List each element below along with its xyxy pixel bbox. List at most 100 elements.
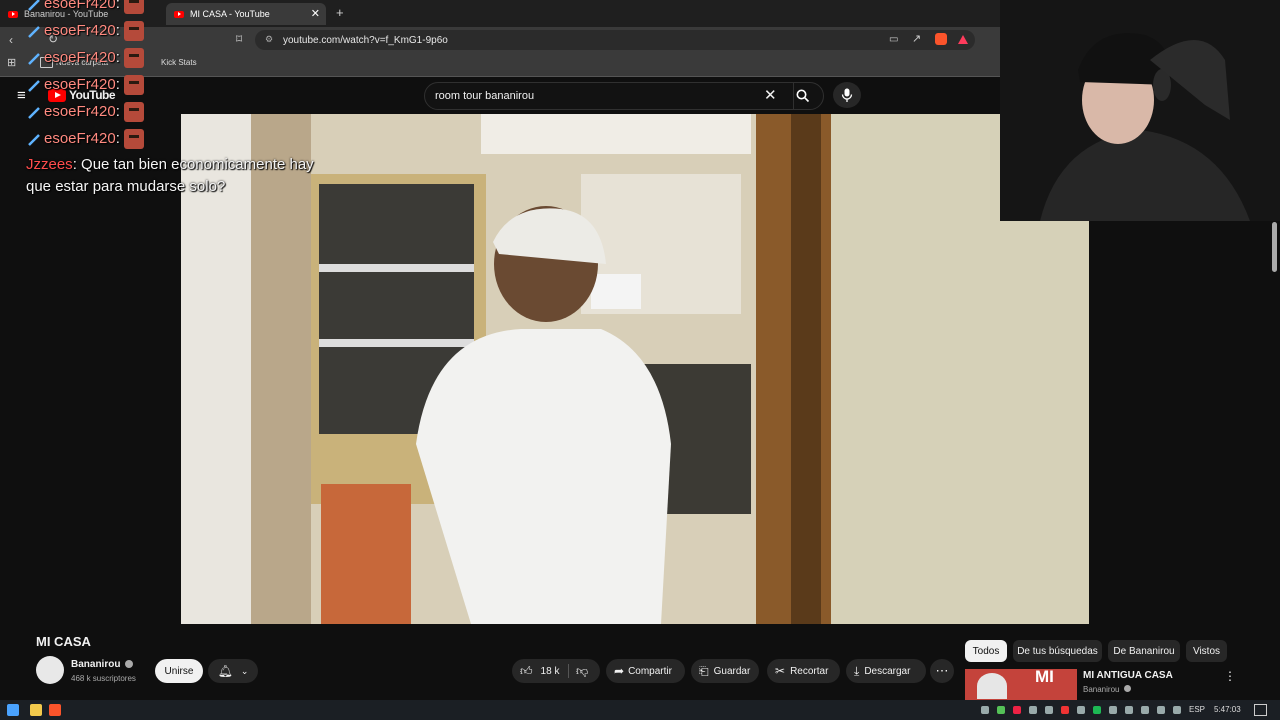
clock[interactable]: 5:47:03 [1214,705,1241,714]
windows-taskbar [0,700,1280,720]
sword-badge-icon [28,106,40,119]
chat-username: Jzzees [26,156,73,173]
emote-icon [123,21,144,41]
clip-label: Recortar [790,665,829,677]
share-icon[interactable]: ↗ [912,33,921,45]
chevron-down-icon: ⌄ [240,665,249,676]
sword-badge-icon [28,79,40,92]
recommended-menu-icon[interactable]: ⋮ [1224,669,1236,683]
thumbnail-text: MI [1035,669,1054,686]
streamer-webcam [1000,0,1280,221]
chat-username: esoeFr420 [44,129,116,147]
chat-message: Jzzees: Que tan bien economicamente hay [26,156,314,173]
back-arrow-icon[interactable]: ‹ [9,34,13,46]
recommended-title[interactable]: MI ANTIGUA CASA [1083,670,1173,681]
tray-icon[interactable] [997,706,1005,714]
tray-icon[interactable] [1061,706,1069,714]
language-indicator[interactable]: ESP [1189,705,1205,714]
close-tab-icon[interactable]: ✕ [311,7,320,20]
bookmarks-bar [0,52,1000,77]
chip-de-bananirou[interactable]: De Bananirou [1108,640,1180,662]
verified-check-icon [125,660,134,668]
like-count[interactable]: 18 k [541,666,560,677]
chat-username: esoeFr420 [44,75,116,93]
brave-rewards-icon[interactable] [958,35,968,44]
tray-icon[interactable] [1125,706,1133,714]
youtube-favicon-icon [174,10,184,18]
new-tab-plus-icon[interactable]: + [336,6,344,19]
webcam-person [1000,0,1280,221]
tray-icon[interactable] [1029,706,1037,714]
tray-icon[interactable] [1045,706,1053,714]
chat-text: que estar para mudarse solo? [26,178,226,195]
notifications-button[interactable]: 🔔︎ ⌄ [208,659,258,683]
search-box[interactable]: room tour bananirou ✕ [424,82,824,110]
emote-icon [123,48,144,68]
channel-name[interactable]: Bananirou [71,659,120,670]
bookmark-kick-stats[interactable]: Kick Stats [161,58,197,67]
apps-grid-icon[interactable]: ⊞ [7,57,16,69]
sword-badge-icon [28,52,40,65]
address-bar[interactable]: ⚙ youtube.com/watch?v=f_KmG1-9p6o [255,30,975,50]
chat-username: esoeFr420 [44,102,116,120]
tray-icon[interactable] [1077,706,1085,714]
chip-vistos[interactable]: Vistos [1186,640,1227,662]
start-windows-icon[interactable] [7,704,19,716]
tray-icon[interactable] [1141,706,1149,714]
channel-avatar[interactable] [36,656,64,684]
chip-todos[interactable]: Todos [965,640,1007,662]
video-title: MI CASA [36,634,91,649]
clip-button[interactable]: ✂ Recortar [767,659,840,683]
voice-search-button[interactable] [833,82,861,108]
thumbs-down-icon[interactable]: 👎︎ [576,664,588,679]
save-button[interactable]: ⎗ Guardar [691,659,759,683]
join-button[interactable]: Unirse [155,659,203,683]
emote-icon [123,75,144,95]
microphone-icon [841,88,853,102]
notifications-center-icon[interactable] [1254,704,1267,716]
search-icon[interactable] [796,89,810,103]
tray-icon[interactable] [981,706,989,714]
download-label: Descargar [864,665,911,677]
tray-icon[interactable] [1013,706,1021,714]
verified-check-icon [1123,685,1131,692]
menu-hamburger-icon[interactable]: ≡ [17,87,26,104]
share-label: Compartir [628,665,672,677]
bookmark-icon[interactable]: ⌑ [236,33,242,45]
chat-message: esoeFr420: [28,48,144,68]
sword-badge-icon [28,133,40,146]
page-scrollbar[interactable] [1272,222,1277,272]
tray-icon[interactable] [1157,706,1165,714]
brave-browser-icon[interactable] [49,704,61,716]
clear-search-icon[interactable]: ✕ [764,86,777,104]
recommended-channel[interactable]: Bananirou [1083,685,1119,694]
chat-username: esoeFr420 [44,48,116,66]
tray-icon[interactable] [1173,706,1181,714]
tray-icon[interactable] [1093,706,1101,714]
like-dislike-group: 👍︎ 18 k 👎︎ [512,659,600,683]
more-actions-button[interactable]: ⋯ [930,659,954,683]
brave-shield-icon[interactable] [935,33,947,45]
recommended-thumbnail[interactable]: MI [965,669,1077,700]
download-button[interactable]: ⤓ Descargar [846,659,926,683]
chat-message: esoeFr420: [28,21,144,41]
chip-de-tus-busquedas[interactable]: De tus búsquedas [1013,640,1102,662]
bell-icon: 🔔︎ [217,664,233,678]
search-input[interactable]: room tour bananirou [435,90,534,102]
sword-badge-icon [28,0,40,11]
cast-icon[interactable]: ▭ [889,34,898,46]
share-arrow-icon: ➦ [614,664,625,678]
tab-label: MI CASA - YouTube [190,9,270,19]
file-explorer-icon[interactable] [30,704,42,716]
download-icon: ⤓ [854,663,860,678]
tab-mi-casa[interactable]: MI CASA - YouTube ✕ [166,3,326,25]
site-info-icon[interactable]: ⚙ [265,34,273,45]
tray-icon[interactable] [1109,706,1117,714]
recommended-channel-row: Bananirou [1083,685,1131,694]
bookmark-save-icon: ⎗ [699,663,709,678]
chat-message: esoeFr420: [28,129,144,149]
video-player[interactable] [181,114,1089,624]
chat-username: esoeFr420 [44,0,116,12]
share-button[interactable]: ➦ Compartir [606,659,685,683]
thumbs-up-icon[interactable]: 👍︎ [520,664,533,679]
